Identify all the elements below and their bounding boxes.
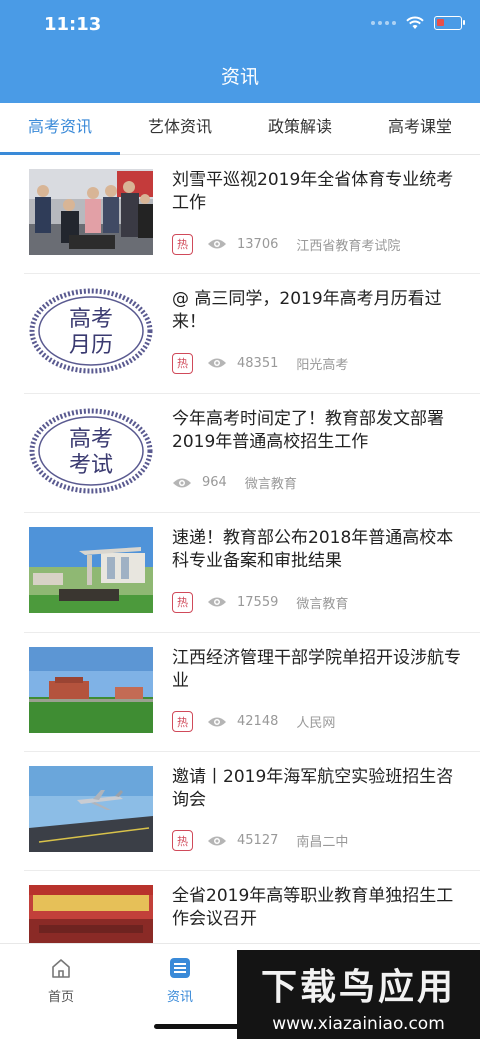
- article-title: 今年高考时间定了！教育部发文部署2019年普通高校招生工作: [172, 408, 444, 452]
- article-list: 刘雪平巡视2019年全省体育专业统考工作 热 13706 江西省教育考试院 高考…: [24, 155, 480, 991]
- category-tabs: 高考资讯 艺体资讯 政策解读 高考课堂: [0, 103, 480, 155]
- view-count: 42148: [237, 714, 279, 730]
- article-source: 南昌二中: [296, 835, 349, 851]
- list-item[interactable]: 高考 月历 @ 高三同学，2019年高考月历看过来！ 热 48351 阳光高考: [24, 274, 480, 394]
- status-icons: [371, 16, 465, 30]
- tab-arts-sports-news[interactable]: 艺体资讯: [120, 103, 240, 154]
- article-thumbnail: 高考 月历: [29, 288, 153, 375]
- view-count: 13706: [237, 236, 279, 252]
- hot-badge: 热: [172, 591, 193, 613]
- tab-gaokao-class[interactable]: 高考课堂: [360, 103, 480, 154]
- article-meta: 热 42148 人民网: [172, 711, 336, 733]
- wifi-icon: [406, 16, 424, 29]
- article-source: 人民网: [296, 716, 336, 732]
- eye-icon: [207, 716, 227, 728]
- battery-icon: [434, 16, 465, 30]
- article-source: 阳光高考: [296, 357, 349, 373]
- article-title: 邀请丨2019年海军航空实验班招生咨询会: [172, 766, 454, 810]
- article-title: 速递！教育部公布2018年普通高校本科专业备案和审批结果: [172, 528, 454, 572]
- hot-badge: 热: [172, 711, 193, 733]
- eye-icon: [207, 357, 227, 369]
- list-item[interactable]: 江西经济管理干部学院单招开设涉航专业 热 42148 人民网: [24, 633, 480, 752]
- article-meta: 热 48351 阳光高考: [172, 352, 349, 374]
- hot-badge: 热: [172, 233, 193, 255]
- article-thumbnail: [29, 765, 153, 852]
- stamp-text-bottom: 考试: [69, 453, 113, 478]
- tab-gaokao-news[interactable]: 高考资讯: [0, 103, 120, 155]
- list-item[interactable]: 邀请丨2019年海军航空实验班招生咨询会 热 45127 南昌二中: [24, 752, 480, 872]
- article-title: 江西经济管理干部学院单招开设涉航专业: [172, 647, 461, 691]
- article-meta: 热 13706 江西省教育考试院: [172, 233, 401, 255]
- status-time: 11:13: [44, 14, 102, 35]
- list-item[interactable]: 高考 考试 今年高考时间定了！教育部发文部署2019年普通高校招生工作 964 …: [24, 394, 480, 514]
- view-count: 964: [202, 475, 227, 491]
- article-title: @ 高三同学，2019年高考月历看过来！: [172, 289, 442, 333]
- hot-badge: 热: [172, 352, 193, 374]
- news-icon: [168, 956, 192, 980]
- view-count: 17559: [237, 594, 279, 610]
- hot-badge: 热: [172, 830, 193, 852]
- list-item[interactable]: 刘雪平巡视2019年全省体育专业统考工作 热 13706 江西省教育考试院: [24, 155, 480, 275]
- watermark-url: www.xiazainiao.com: [272, 1014, 445, 1034]
- article-thumbnail: [29, 527, 153, 614]
- article-thumbnail: 高考 考试: [29, 407, 153, 494]
- stamp-text-bottom: 月历: [69, 333, 113, 358]
- article-source: 江西省教育考试院: [296, 238, 401, 254]
- tabbar-news-label: 资讯: [166, 990, 193, 1005]
- eye-icon: [172, 477, 192, 489]
- article-meta: 热 45127 南昌二中: [172, 830, 349, 852]
- cellular-signal-icon: [371, 21, 396, 25]
- article-title: 全省2019年高等职业教育单独招生工作会议召开: [172, 886, 454, 930]
- tab-policy[interactable]: 政策解读: [240, 103, 360, 154]
- eye-icon: [207, 596, 227, 608]
- app-header: 11:13 资讯: [0, 0, 480, 103]
- article-source: 微言教育: [244, 477, 297, 493]
- article-meta: 964 微言教育: [172, 473, 297, 493]
- eye-icon: [207, 835, 227, 847]
- article-source: 微言教育: [296, 596, 349, 612]
- view-count: 45127: [237, 833, 279, 849]
- watermark-title: 下载鸟应用: [260, 967, 456, 1008]
- article-meta: 热 17559 微言教育: [172, 591, 349, 613]
- tabbar-home-label: 首页: [47, 990, 74, 1005]
- stamp-text-top: 高考: [69, 427, 113, 452]
- tabbar-home[interactable]: 首页: [31, 956, 91, 1005]
- home-icon: [49, 956, 73, 980]
- view-count: 48351: [237, 355, 279, 371]
- list-item[interactable]: 速递！教育部公布2018年普通高校本科专业备案和审批结果 热 17559 微言教…: [24, 513, 480, 633]
- article-thumbnail: [29, 169, 153, 255]
- stamp-text-top: 高考: [69, 307, 113, 332]
- watermark-overlay: 下载鸟应用 www.xiazainiao.com: [237, 950, 480, 1039]
- article-title: 刘雪平巡视2019年全省体育专业统考工作: [172, 170, 454, 213]
- article-thumbnail: [29, 646, 153, 733]
- tabbar-news[interactable]: 资讯: [150, 956, 210, 1005]
- page-title: 资讯: [220, 66, 259, 88]
- eye-icon: [207, 238, 227, 250]
